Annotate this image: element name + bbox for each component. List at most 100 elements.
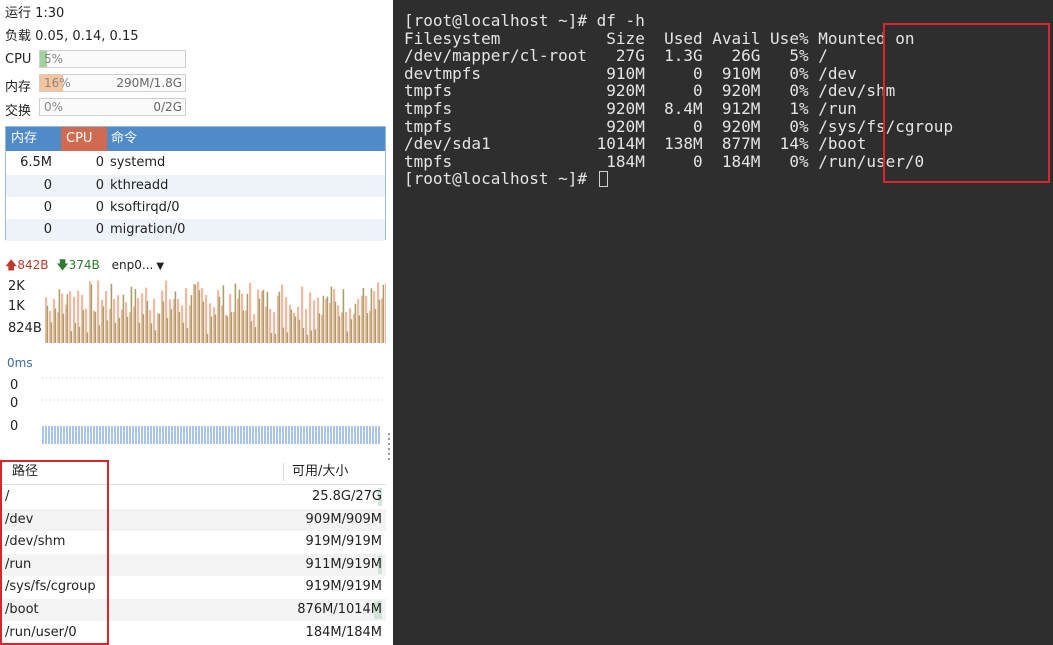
process-command: systemd <box>110 155 166 170</box>
disk-path: /run <box>5 556 32 572</box>
disk-row[interactable]: / 25.8G/27G <box>0 486 386 508</box>
uptime-label: 运行 1:30 <box>5 6 65 21</box>
net-download-bar <box>338 316 341 343</box>
disk-size: 25.8G/27G <box>311 489 382 504</box>
net-download-bar <box>106 320 109 343</box>
latency-bar <box>156 426 158 444</box>
disk-row[interactable]: /dev/shm 919M/919M <box>0 531 386 553</box>
latency-bar <box>114 426 116 444</box>
upload-arrow-icon: 🡅 <box>5 258 18 272</box>
disk-path: /dev <box>5 511 34 527</box>
latency-bar <box>327 426 329 444</box>
cpu-usage-bar: 5% <box>39 50 186 68</box>
net-download-bar <box>270 333 273 343</box>
latency-bar <box>54 426 56 444</box>
net-download-bar <box>46 305 49 343</box>
net-download-bar <box>86 332 89 343</box>
net-download-bar <box>210 316 213 343</box>
latency-bar <box>186 426 188 444</box>
latency-bar <box>135 426 137 444</box>
net-download-bar <box>98 325 101 343</box>
net-download-bar <box>146 301 149 343</box>
net-download-bar <box>294 316 297 343</box>
latency-bar <box>171 426 173 444</box>
latency-bar <box>369 426 371 444</box>
terminal-window[interactable]: [root@localhost ~]# df -h Filesystem Siz… <box>393 0 1053 645</box>
memory-label: 内存 <box>5 80 32 95</box>
net-download-bar <box>366 313 369 343</box>
column-header-cpu[interactable]: CPU <box>61 127 107 151</box>
latency-bar <box>183 426 185 444</box>
cpu-percent: 5% <box>44 52 64 66</box>
disk-path: /dev/shm <box>5 534 66 550</box>
net-download-bar <box>326 296 329 343</box>
disk-row[interactable]: /sys/fs/cgroup 919M/919M <box>0 576 386 598</box>
latency-bar <box>366 426 368 444</box>
latency-bar <box>141 426 143 444</box>
net-download-bar <box>102 306 105 343</box>
latency-bar <box>78 426 80 444</box>
net-download-bar <box>174 291 177 343</box>
net-download-bar <box>206 333 209 343</box>
net-download-bar <box>330 286 333 343</box>
net-download-bar <box>54 308 57 343</box>
latency-bar <box>165 426 167 444</box>
net-download-bar <box>74 322 77 343</box>
latency-bar <box>258 426 260 444</box>
net-download-bar <box>322 295 325 343</box>
net-download-bar <box>222 285 225 343</box>
swap-label: 交换 <box>5 104 32 119</box>
latency-bar <box>117 426 119 444</box>
latency-bar <box>237 426 239 444</box>
process-row[interactable]: 0 0 ksoftirqd/0 <box>6 197 385 219</box>
net-download-bar <box>226 316 229 343</box>
latency-bar <box>201 426 203 444</box>
disk-row[interactable]: /dev 909M/909M <box>0 508 386 531</box>
net-download-bar <box>362 287 365 343</box>
latency-bar <box>372 426 374 444</box>
net-download-bar <box>266 291 269 343</box>
memory-usage-bar: 16% 290M/1.8G <box>39 74 186 92</box>
latency-bar <box>348 426 350 444</box>
latency-bar <box>285 426 287 444</box>
net-download-bar <box>250 321 253 343</box>
latency-bar <box>96 426 98 444</box>
process-row[interactable]: 6.5M 0 systemd <box>6 152 385 174</box>
latency-bar <box>315 426 317 444</box>
process-row[interactable]: 0 0 kthreadd <box>6 175 385 197</box>
column-header-path[interactable]: 路径 <box>12 459 38 485</box>
net-download-bar <box>182 322 185 343</box>
terminal-cursor <box>598 171 608 188</box>
latency-bar <box>177 426 179 444</box>
column-header-command[interactable]: 命令 <box>111 127 137 151</box>
latency-bar <box>360 426 362 444</box>
latency-bar <box>324 426 326 444</box>
column-header-memory[interactable]: 内存 <box>11 127 37 151</box>
latency-bar <box>291 426 293 444</box>
net-download-bar <box>282 327 285 343</box>
disk-row[interactable]: /run/user/0 184M/184M <box>0 622 386 644</box>
disk-usage-table: 路径 可用/大小 / 25.8G/27G/dev 909M/909M/dev/shm… <box>0 459 393 645</box>
latency-bar <box>81 426 83 444</box>
disk-row[interactable]: /boot 876M/1014M <box>0 599 386 621</box>
latency-bar <box>198 426 200 444</box>
net-download-bar <box>374 309 377 343</box>
system-monitor-panel: 运行 1:30 负载 0.05, 0.14, 0.15 CPU 5% 内存 16… <box>0 0 393 645</box>
cpu-label: CPU <box>5 52 32 67</box>
network-traffic-chart: 2K 1K 824B <box>8 279 386 343</box>
latency-bar <box>252 426 254 444</box>
net-download-bar <box>342 289 345 343</box>
disk-row[interactable]: /run 911M/919M <box>0 553 386 576</box>
disk-path: / <box>5 489 10 504</box>
net-download-bar <box>150 323 153 343</box>
net-download-bar <box>198 290 201 343</box>
latency-bar <box>108 426 110 444</box>
latency-bar <box>276 426 278 444</box>
interface-select[interactable]: enp0... ▼ <box>112 258 164 272</box>
disk-size: 184M/184M <box>305 624 382 640</box>
disk-path: /run/user/0 <box>5 624 77 640</box>
net-download-bar <box>202 301 205 343</box>
process-row[interactable]: 0 0 migration/0 <box>6 219 385 241</box>
column-header-size[interactable]: 可用/大小 <box>292 459 348 485</box>
latency-bar <box>354 426 356 444</box>
